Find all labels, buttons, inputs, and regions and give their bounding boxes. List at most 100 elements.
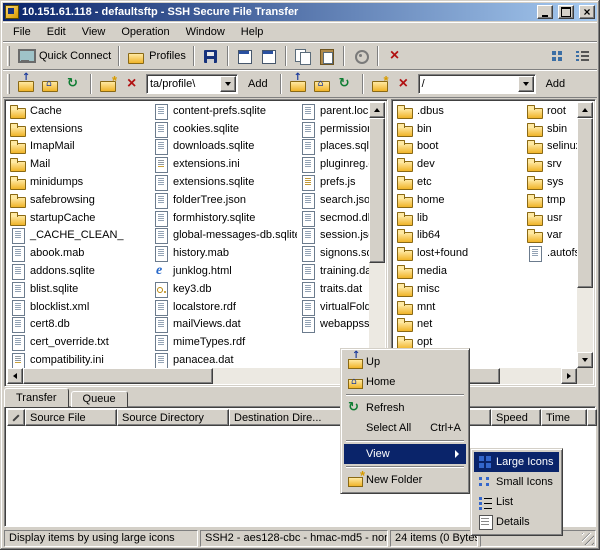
file-item[interactable]: panacea.dat xyxy=(150,351,297,368)
file-item[interactable]: home xyxy=(394,191,524,209)
file-item[interactable]: search.json xyxy=(297,191,369,209)
menu-view[interactable]: View xyxy=(74,24,114,40)
file-item[interactable]: media xyxy=(394,262,524,280)
scroll-left-button[interactable] xyxy=(7,368,23,384)
file-item[interactable]: sys xyxy=(524,173,577,191)
file-item[interactable]: abook.mab xyxy=(7,244,150,262)
menu-help[interactable]: Help xyxy=(233,24,272,40)
close-button[interactable] xyxy=(579,5,595,19)
file-item[interactable]: cookies.sqlite xyxy=(150,120,297,138)
local-path-dropdown-button[interactable] xyxy=(220,76,236,92)
new-transfer-window-button[interactable] xyxy=(257,45,281,67)
file-item[interactable]: blist.sqlite xyxy=(7,280,150,298)
title-bar[interactable]: 10.151.61.118 - defaultsftp - SSH Secure… xyxy=(3,3,597,21)
maximize-button[interactable] xyxy=(558,5,574,19)
file-item[interactable]: compatibility.ini xyxy=(7,351,150,368)
context-menu-up[interactable]: Up xyxy=(344,352,466,372)
toolbar-grip[interactable] xyxy=(7,46,10,66)
local-path-combo[interactable]: ta/profile\ xyxy=(146,74,238,94)
view-option-list[interactable]: List xyxy=(474,492,559,512)
file-item[interactable]: selinux xyxy=(524,138,577,156)
file-item[interactable]: dev xyxy=(394,155,524,173)
remote-path-combo[interactable]: / xyxy=(418,74,536,94)
abort-button[interactable] xyxy=(383,45,407,67)
file-item[interactable]: tmp xyxy=(524,191,577,209)
file-item[interactable]: blocklist.xml xyxy=(7,298,150,316)
menu-operation[interactable]: Operation xyxy=(113,24,177,40)
local-add-button[interactable]: Add xyxy=(240,73,276,95)
file-item[interactable]: net xyxy=(394,316,524,334)
column-source-file[interactable]: Source File xyxy=(25,409,117,426)
file-item[interactable]: permissions.sqlite xyxy=(297,120,369,138)
file-item[interactable]: downloads.sqlite xyxy=(150,138,297,156)
file-item[interactable]: extensions xyxy=(7,120,150,138)
remote-add-button[interactable]: Add xyxy=(538,73,574,95)
column-speed[interactable]: Speed xyxy=(491,409,541,426)
copy-button[interactable] xyxy=(291,45,315,67)
local-new-folder-button[interactable] xyxy=(96,73,120,95)
file-item[interactable]: cert8.db xyxy=(7,316,150,334)
file-item[interactable]: .dbus xyxy=(394,102,524,120)
new-terminal-window-button[interactable] xyxy=(233,45,257,67)
context-menu-new-folder[interactable]: New Folder xyxy=(344,470,466,490)
scroll-up-button[interactable] xyxy=(369,102,385,118)
view-option-large-icons[interactable]: Large Icons xyxy=(474,452,559,472)
file-item[interactable]: history.mab xyxy=(150,244,297,262)
context-menu-select-all[interactable]: Select AllCtrl+A xyxy=(344,418,466,438)
quick-connect-button[interactable]: Quick Connect xyxy=(14,45,114,67)
save-button[interactable] xyxy=(199,45,223,67)
minimize-button[interactable] xyxy=(537,5,553,19)
file-item[interactable]: localstore.rdf xyxy=(150,298,297,316)
file-item[interactable]: folderTree.json xyxy=(150,191,297,209)
scroll-thumb[interactable] xyxy=(23,368,213,384)
tab-queue[interactable]: Queue xyxy=(71,391,128,407)
file-item[interactable]: virtualFolders.dat xyxy=(297,298,369,316)
file-item[interactable]: session.json xyxy=(297,227,369,245)
resize-grip[interactable] xyxy=(582,533,594,545)
column-time[interactable]: Time xyxy=(541,409,587,426)
profiles-button[interactable]: Profiles xyxy=(124,45,189,67)
details-view-button[interactable] xyxy=(571,45,595,67)
file-item[interactable]: parent.lock xyxy=(297,102,369,120)
file-item[interactable]: cert_override.txt xyxy=(7,333,150,351)
menu-edit[interactable]: Edit xyxy=(39,24,74,40)
scroll-track[interactable] xyxy=(577,288,593,352)
menu-file[interactable]: File xyxy=(5,24,39,40)
file-item[interactable]: misc xyxy=(394,280,524,298)
file-item[interactable]: _CACHE_CLEAN_ xyxy=(7,227,150,245)
view-option-small-icons[interactable]: Small Icons xyxy=(474,472,559,492)
toolbar-grip[interactable] xyxy=(7,74,10,94)
context-menu-home[interactable]: Home xyxy=(344,372,466,392)
file-item[interactable]: key3.db xyxy=(150,280,297,298)
remote-new-folder-button[interactable] xyxy=(368,73,392,95)
file-item[interactable]: var xyxy=(524,227,577,245)
scroll-down-button[interactable] xyxy=(577,352,593,368)
menu-window[interactable]: Window xyxy=(178,24,233,40)
settings-button[interactable] xyxy=(349,45,373,67)
file-item[interactable]: mimeTypes.rdf xyxy=(150,333,297,351)
file-item[interactable]: global-messages-db.sqlite xyxy=(150,227,297,245)
paste-button[interactable] xyxy=(315,45,339,67)
remote-path-dropdown-button[interactable] xyxy=(518,76,534,92)
remote-vertical-scrollbar[interactable] xyxy=(577,102,593,368)
scroll-track[interactable] xyxy=(213,368,353,384)
file-item[interactable]: prefs.js xyxy=(297,173,369,191)
file-item[interactable]: webappsstore.sqlite xyxy=(297,316,369,334)
file-item[interactable]: lib xyxy=(394,209,524,227)
local-refresh-button[interactable] xyxy=(62,73,86,95)
local-horizontal-scrollbar[interactable] xyxy=(7,368,369,384)
remote-file-list[interactable]: .dbusbinbootdevetchomeliblib64lost+found… xyxy=(394,102,577,368)
file-item[interactable]: Mail xyxy=(7,155,150,173)
file-item[interactable]: pluginreg.dat xyxy=(297,155,369,173)
context-menu-refresh[interactable]: Refresh xyxy=(344,398,466,418)
local-delete-button[interactable] xyxy=(120,73,144,95)
file-item[interactable]: mailViews.dat xyxy=(150,316,297,334)
file-item[interactable]: training.dat xyxy=(297,262,369,280)
file-item[interactable]: extensions.sqlite xyxy=(150,173,297,191)
scroll-track[interactable] xyxy=(500,368,561,384)
file-item[interactable]: addons.sqlite xyxy=(7,262,150,280)
file-item[interactable]: mnt xyxy=(394,298,524,316)
context-menu-view[interactable]: View xyxy=(344,444,466,464)
local-vertical-scrollbar[interactable] xyxy=(369,102,385,368)
file-item[interactable]: bin xyxy=(394,120,524,138)
